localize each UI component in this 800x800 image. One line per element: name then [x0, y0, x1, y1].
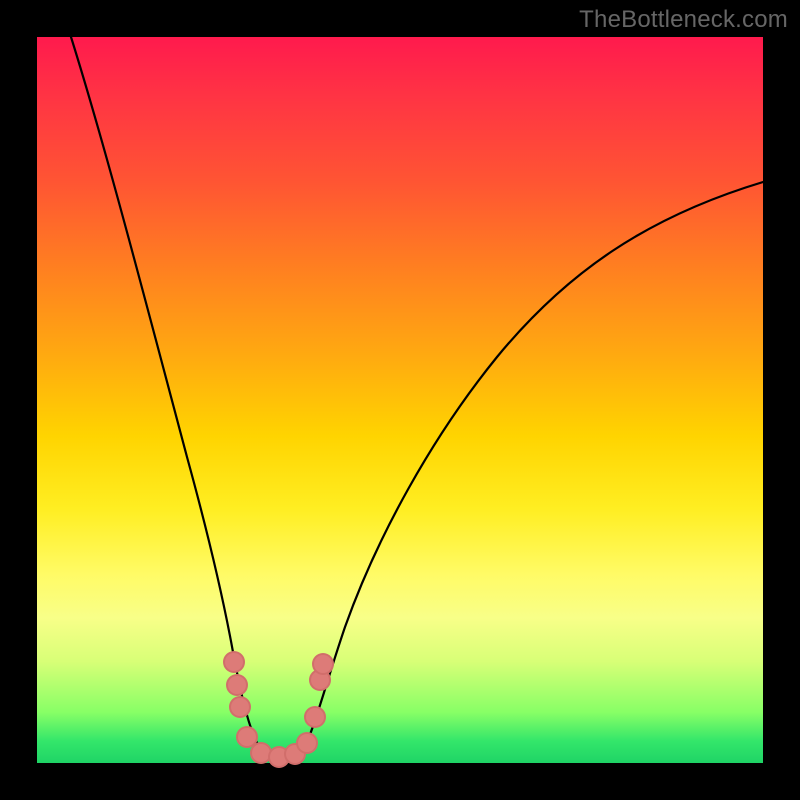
- marker-dots: [223, 651, 334, 768]
- plot-area: [37, 37, 763, 763]
- bottleneck-curve: [71, 37, 763, 761]
- outer-frame: TheBottleneck.com: [0, 0, 800, 800]
- watermark-text: TheBottleneck.com: [579, 6, 788, 34]
- chart-svg: [37, 37, 763, 763]
